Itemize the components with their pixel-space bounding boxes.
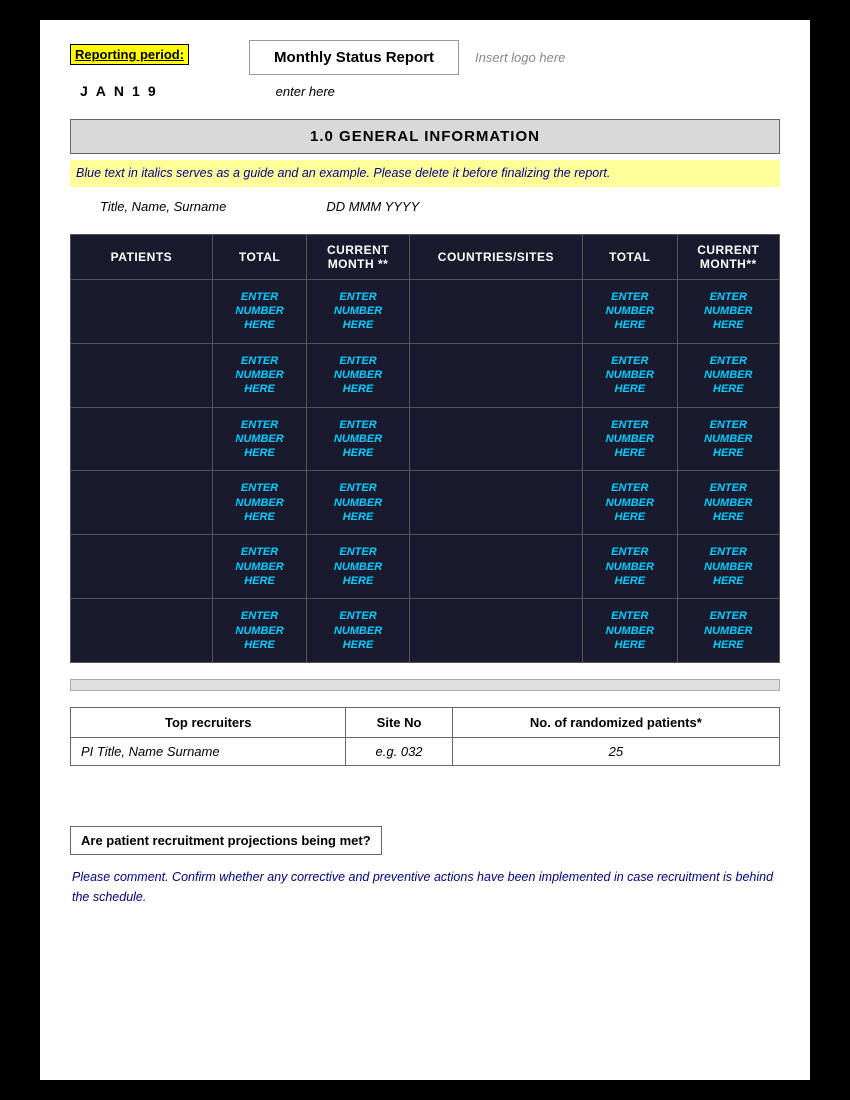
date-char-3: N	[114, 83, 124, 99]
date-char-2: A	[96, 83, 106, 99]
header-row: Reporting period: Monthly Status Report …	[70, 40, 780, 75]
recruiters-table: Top recruiters Site No No. of randomized…	[70, 707, 780, 766]
page-container: Reporting period: Monthly Status Report …	[40, 20, 810, 1080]
cell-patients-6[interactable]	[71, 599, 213, 663]
cell-total-3[interactable]: ENTERNUMBERHERE	[212, 407, 307, 471]
cell-current2-1[interactable]: ENTERNUMBERHERE	[677, 279, 779, 343]
col-header-countries: COUNTRIES/SITES	[409, 234, 582, 279]
report-title: Monthly Status Report	[249, 40, 459, 75]
cell-current2-5[interactable]: ENTERNUMBERHERE	[677, 535, 779, 599]
table-row: ENTERNUMBERHERE ENTERNUMBERHERE ENTERNUM…	[71, 599, 780, 663]
date-char-5: 9	[148, 83, 156, 99]
guide-text: Blue text in italics serves as a guide a…	[70, 160, 780, 187]
table-row: ENTERNUMBERHERE ENTERNUMBERHERE ENTERNUM…	[71, 535, 780, 599]
recruiter-name[interactable]: PI Title, Name Surname	[71, 738, 346, 766]
cell-current2-4[interactable]: ENTERNUMBERHERE	[677, 471, 779, 535]
date-field[interactable]: DD MMM YYYY	[326, 199, 419, 214]
recruiters-col1-header: Top recruiters	[71, 708, 346, 738]
recruitment-section: Are patient recruitment projections bein…	[70, 796, 780, 911]
cell-countries-5[interactable]	[409, 535, 582, 599]
recruitment-comment: Please comment. Confirm whether any corr…	[70, 863, 780, 911]
col-header-total2: TOTAL	[583, 234, 678, 279]
cell-patients-3[interactable]	[71, 407, 213, 471]
recruiters-col2-header: Site No	[346, 708, 452, 738]
cell-total-1[interactable]: ENTERNUMBERHERE	[212, 279, 307, 343]
cell-current-4[interactable]: ENTERNUMBERHERE	[307, 471, 409, 535]
cell-total2-4[interactable]: ENTERNUMBERHERE	[583, 471, 678, 535]
cell-current2-3[interactable]: ENTERNUMBERHERE	[677, 407, 779, 471]
title-name-field[interactable]: Title, Name, Surname	[100, 199, 226, 214]
date-char-1: J	[80, 83, 88, 99]
reporting-period-label: Reporting period:	[70, 44, 189, 65]
cell-current-1[interactable]: ENTERNUMBERHERE	[307, 279, 409, 343]
cell-countries-4[interactable]	[409, 471, 582, 535]
recruiters-row: PI Title, Name Surname e.g. 032 25	[71, 738, 780, 766]
cell-current2-6[interactable]: ENTERNUMBERHERE	[677, 599, 779, 663]
cell-patients-2[interactable]	[71, 343, 213, 407]
enter-here-text[interactable]: enter here	[276, 84, 335, 99]
cell-patients-5[interactable]	[71, 535, 213, 599]
date-row: J A N 1 9 enter here	[80, 83, 780, 99]
title-date-row: Title, Name, Surname DD MMM YYYY	[100, 199, 780, 214]
cell-total-5[interactable]: ENTERNUMBERHERE	[212, 535, 307, 599]
scroll-row	[70, 679, 780, 691]
col-header-patients: PATIENTS	[71, 234, 213, 279]
cell-total-2[interactable]: ENTERNUMBERHERE	[212, 343, 307, 407]
cell-patients-1[interactable]	[71, 279, 213, 343]
recruiters-col3-header: No. of randomized patients*	[452, 708, 779, 738]
cell-total2-1[interactable]: ENTERNUMBERHERE	[583, 279, 678, 343]
date-char-4: 1	[132, 83, 140, 99]
cell-total2-5[interactable]: ENTERNUMBERHERE	[583, 535, 678, 599]
table-row: ENTERNUMBERHERE ENTERNUMBERHERE ENTERNUM…	[71, 407, 780, 471]
cell-patients-4[interactable]	[71, 471, 213, 535]
cell-total-4[interactable]: ENTERNUMBERHERE	[212, 471, 307, 535]
table-row: ENTERNUMBERHERE ENTERNUMBERHERE ENTERNUM…	[71, 279, 780, 343]
col-header-total: TOTAL	[212, 234, 307, 279]
cell-countries-3[interactable]	[409, 407, 582, 471]
cell-current-2[interactable]: ENTERNUMBERHERE	[307, 343, 409, 407]
recruitment-question: Are patient recruitment projections bein…	[70, 826, 382, 855]
cell-total2-6[interactable]: ENTERNUMBERHERE	[583, 599, 678, 663]
col-header-current-month2: CURRENTMONTH**	[677, 234, 779, 279]
patients-table: PATIENTS TOTAL CURRENTMONTH ** COUNTRIES…	[70, 234, 780, 663]
cell-total2-2[interactable]: ENTERNUMBERHERE	[583, 343, 678, 407]
cell-current2-2[interactable]: ENTERNUMBERHERE	[677, 343, 779, 407]
cell-countries-6[interactable]	[409, 599, 582, 663]
col-header-current-month: CURRENTMONTH **	[307, 234, 409, 279]
cell-current-5[interactable]: ENTERNUMBERHERE	[307, 535, 409, 599]
date-characters: J A N 1 9	[80, 83, 156, 99]
cell-total2-3[interactable]: ENTERNUMBERHERE	[583, 407, 678, 471]
recruiter-site[interactable]: e.g. 032	[346, 738, 452, 766]
cell-current-6[interactable]: ENTERNUMBERHERE	[307, 599, 409, 663]
cell-countries-1[interactable]	[409, 279, 582, 343]
section1-header: 1.0 GENERAL INFORMATION	[70, 119, 780, 154]
table-row: ENTERNUMBERHERE ENTERNUMBERHERE ENTERNUM…	[71, 471, 780, 535]
logo-placeholder: Insert logo here	[475, 40, 565, 65]
cell-current-3[interactable]: ENTERNUMBERHERE	[307, 407, 409, 471]
table-row: ENTERNUMBERHERE ENTERNUMBERHERE ENTERNUM…	[71, 343, 780, 407]
cell-countries-2[interactable]	[409, 343, 582, 407]
recruiter-patients[interactable]: 25	[452, 738, 779, 766]
cell-total-6[interactable]: ENTERNUMBERHERE	[212, 599, 307, 663]
